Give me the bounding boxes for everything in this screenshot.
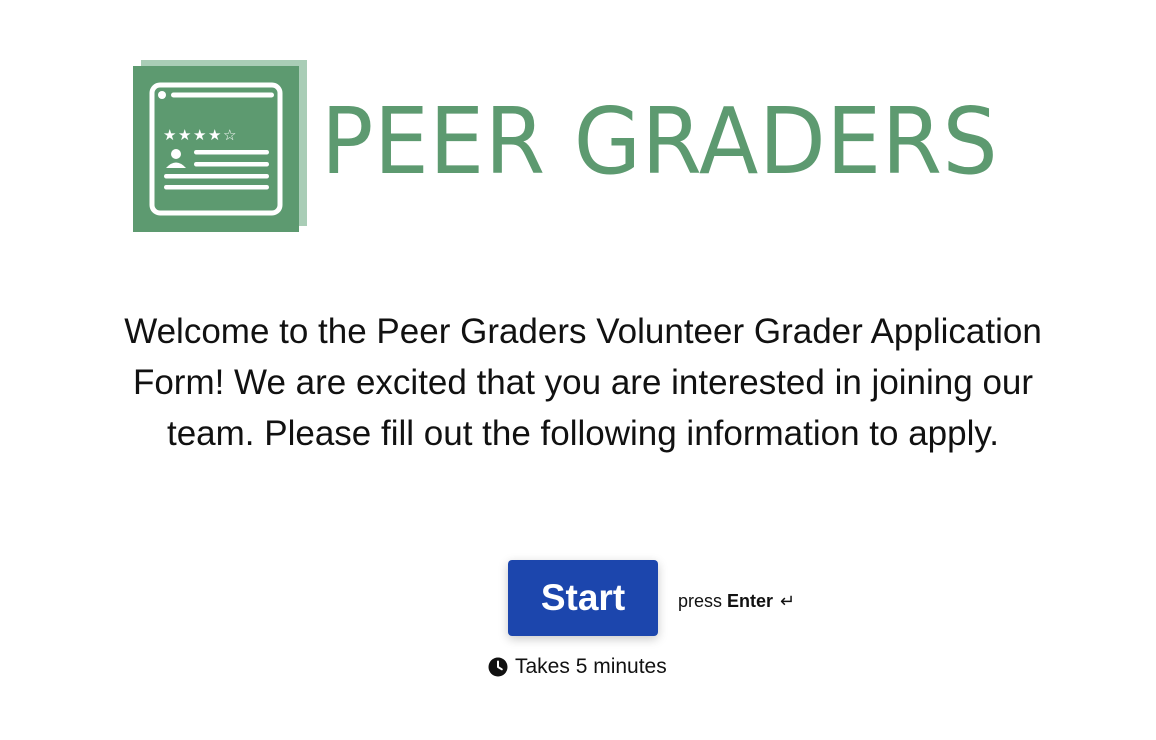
duration-note: Takes 5 minutes	[488, 655, 667, 679]
start-button[interactable]: Start	[508, 560, 658, 636]
clock-icon	[488, 657, 508, 677]
enter-hint: press Enter ↵	[678, 591, 795, 612]
start-row: Start press Enter ↵	[508, 560, 795, 636]
svg-text:★: ★	[163, 126, 176, 144]
welcome-message: Welcome to the Peer Graders Volunteer Gr…	[124, 312, 1042, 453]
hint-key: Enter	[727, 590, 774, 611]
svg-text:★: ★	[208, 126, 221, 144]
review-card-icon: ★ ★ ★ ★ ☆	[133, 60, 307, 232]
enter-key-icon: ↵	[780, 591, 796, 611]
brand-name: PEER GRADERS	[321, 88, 999, 195]
hint-prefix: press	[678, 590, 723, 611]
svg-text:☆: ☆	[223, 126, 236, 144]
duration-text: Takes 5 minutes	[515, 655, 667, 678]
svg-text:★: ★	[193, 126, 206, 144]
svg-text:★: ★	[178, 126, 191, 144]
brand-logo: ★ ★ ★ ★ ☆ PEER GRADERS	[131, 58, 1051, 234]
